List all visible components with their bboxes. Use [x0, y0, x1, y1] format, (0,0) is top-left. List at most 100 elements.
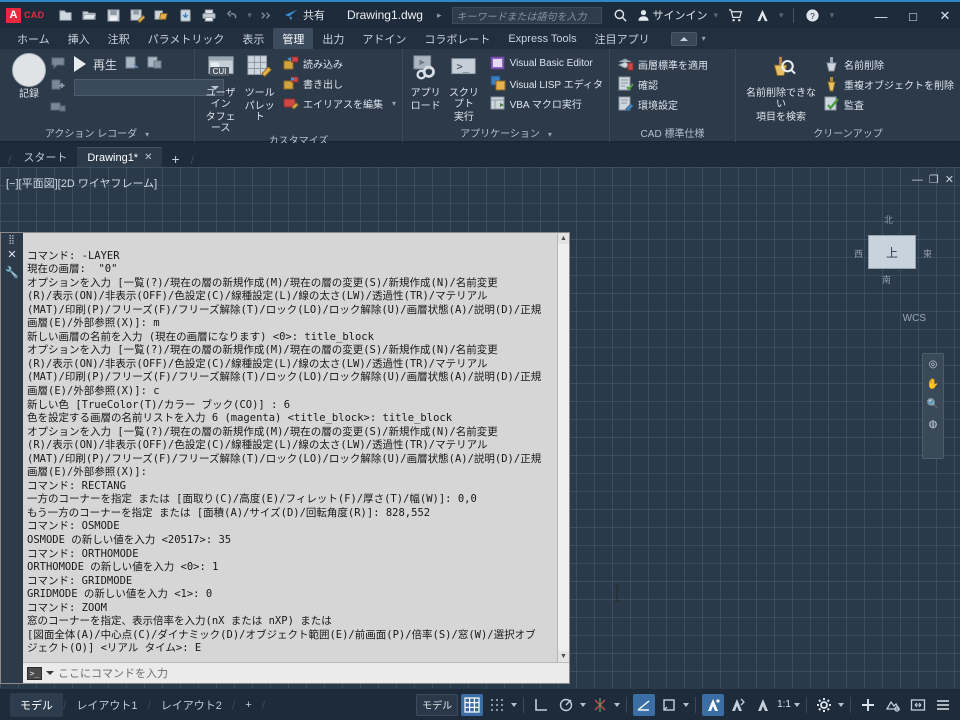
find-nonpurgeable-button[interactable]: 名前削除できない 項目を検索	[746, 53, 816, 123]
viewcube-left-label[interactable]: 西	[854, 247, 863, 260]
drag-handle-icon[interactable]: ⣿	[8, 236, 16, 243]
orbit-icon[interactable]: ◍	[929, 419, 938, 430]
tab-parametric[interactable]: パラメトリック	[139, 28, 234, 50]
navigation-bar[interactable]: ◎ ✋ 🔍 ◍	[922, 353, 944, 459]
minimize-button[interactable]: —	[870, 5, 892, 27]
snap-dots-icon[interactable]	[486, 694, 508, 716]
autoscale-icon[interactable]	[727, 694, 749, 716]
tab-output[interactable]: 出力	[313, 28, 353, 50]
pan-hand-icon[interactable]: ✋	[927, 379, 939, 390]
play-triangle-icon[interactable]	[74, 56, 86, 72]
tab-annotate[interactable]: 注釈	[99, 28, 139, 50]
viewport-minimize-button[interactable]: —	[912, 174, 923, 186]
save-web-icon[interactable]	[174, 4, 196, 26]
app-load-button[interactable]: アプリ ロード	[409, 53, 442, 112]
viewport-close-button[interactable]: ✕	[945, 173, 954, 186]
save-as-icon[interactable]	[126, 4, 148, 26]
gear-icon[interactable]	[813, 694, 835, 716]
viewcube-top-label[interactable]: 北	[884, 213, 893, 226]
open-folder-icon[interactable]	[78, 4, 100, 26]
zoom-magnifier-icon[interactable]: 🔍	[927, 399, 939, 410]
viewport-restore-button[interactable]: ❐	[929, 173, 939, 186]
panel-title-applications[interactable]: アプリケーション ▾	[403, 127, 609, 142]
layer-translate-button[interactable]: 画層標準を適用	[618, 55, 708, 73]
undo-arrow-icon[interactable]	[222, 4, 244, 26]
user-interface-button[interactable]: CUI ユーザ イン タフェース	[201, 53, 240, 134]
ribbon-options-dropdown-icon[interactable]: ▾	[702, 34, 706, 43]
command-scrollbar[interactable]: ▲ ▼	[557, 233, 569, 662]
panel-title-cleanup[interactable]: クリーンアップ	[736, 127, 960, 142]
visual-lisp-editor-button[interactable]: Visual LISP エディタ	[490, 74, 603, 92]
scroll-up-icon[interactable]: ▲	[558, 233, 569, 244]
sign-in-button[interactable]: サインイン	[637, 7, 708, 23]
tab-view[interactable]: 表示	[233, 28, 273, 50]
graphics-icon[interactable]	[882, 694, 904, 716]
command-input[interactable]: >_ ここにコマンドを入力	[23, 662, 569, 683]
cart-icon[interactable]	[724, 4, 746, 26]
tab-express-tools[interactable]: Express Tools	[499, 30, 585, 48]
insert-base-point-icon[interactable]	[50, 77, 66, 96]
app-dropdown-icon[interactable]: ▾	[778, 10, 785, 21]
view-cube[interactable]: 北 西 東 南 上	[854, 211, 932, 289]
purge-button[interactable]: 名前削除	[824, 55, 954, 73]
osnap-track-icon[interactable]	[633, 694, 655, 716]
autodesk-app-icon[interactable]	[751, 4, 773, 26]
insert-user-input-icon[interactable]	[50, 99, 66, 118]
tab-addins[interactable]: アドイン	[353, 28, 415, 50]
search-icon[interactable]	[610, 4, 632, 26]
insert-message-icon[interactable]	[50, 55, 66, 74]
model-space-button[interactable]: モデル	[416, 694, 458, 716]
ucs-status-icon[interactable]	[658, 694, 680, 716]
tab-manage[interactable]: 管理	[273, 28, 313, 50]
configure-standards-button[interactable]: 環境設定	[618, 95, 708, 113]
viewcube-face[interactable]: 上	[868, 235, 916, 269]
redo-arrow-icon[interactable]	[255, 4, 277, 26]
ucs-dropdown-icon[interactable]	[683, 703, 689, 707]
layout-tab-model[interactable]: モデル	[10, 693, 63, 717]
panel-title-cad-standards[interactable]: CAD 標準仕様	[610, 127, 735, 142]
steering-wheel-icon[interactable]: ◎	[929, 359, 938, 370]
command-window-gutter[interactable]: ⣿ ✕ 🔧	[1, 233, 23, 683]
osnap-dropdown-icon[interactable]	[614, 703, 620, 707]
new-layout-button[interactable]: +	[235, 695, 261, 715]
share-button[interactable]: 共有	[283, 7, 325, 23]
tab-collaborate[interactable]: コラボレート	[415, 28, 499, 50]
tool-palettes-button[interactable]: ツール パレット	[244, 53, 275, 123]
command-close-icon[interactable]: ✕	[7, 248, 16, 261]
signin-dropdown-icon[interactable]: ▾	[713, 10, 720, 21]
ribbon-minimize-button[interactable]	[671, 32, 697, 46]
edit-alias-dropdown-icon[interactable]: ▾	[392, 99, 396, 108]
check-standards-button[interactable]: 確認	[618, 75, 708, 93]
command-history-dropdown-icon[interactable]	[46, 671, 54, 675]
tab-start[interactable]: スタート	[13, 147, 77, 167]
action-macro-manager-icon[interactable]	[147, 55, 163, 74]
edit-aliases-button[interactable]: エイリアスを編集 ▾	[283, 94, 396, 112]
close-icon[interactable]: ✕	[144, 152, 152, 163]
panel-expand-icon[interactable]: ▾	[145, 127, 149, 142]
audit-button[interactable]: 監査	[824, 95, 954, 113]
drawing-area[interactable]: [−][平面図][2D ワイヤフレーム] — ❐ ✕ 北 西 東 南 上 WCS…	[0, 167, 960, 688]
overkill-button[interactable]: 重複オブジェクトを削除	[824, 75, 954, 93]
viewport-controls-label[interactable]: [−][平面図][2D ワイヤフレーム]	[6, 175, 157, 191]
hamburger-icon[interactable]	[932, 694, 954, 716]
polar-icon[interactable]	[555, 694, 577, 716]
viewcube-bottom-label[interactable]: 南	[882, 273, 891, 286]
vba-macro-button[interactable]: VBA マクロ実行	[490, 94, 603, 112]
tab-insert[interactable]: 挿入	[59, 28, 99, 50]
command-customize-icon[interactable]: 🔧	[5, 266, 19, 279]
wcs-indicator[interactable]: WCS	[903, 313, 926, 324]
save-disk-icon[interactable]	[102, 4, 124, 26]
scale-dropdown-icon[interactable]	[794, 703, 800, 707]
layout-tab-layout2[interactable]: レイアウト2	[151, 693, 232, 717]
osnap-icon[interactable]	[589, 694, 611, 716]
run-script-button[interactable]: >_ スクリプト 実行	[444, 53, 483, 123]
search-input[interactable]: キーワードまたは語句を入力	[452, 7, 602, 24]
polar-dropdown-icon[interactable]	[580, 703, 586, 707]
ortho-icon[interactable]	[530, 694, 552, 716]
printer-icon[interactable]	[198, 4, 220, 26]
panel-title-action-recorder[interactable]: アクション レコーダ ▾	[0, 127, 194, 142]
scroll-down-icon[interactable]: ▼	[558, 651, 569, 662]
open-web-icon[interactable]	[150, 4, 172, 26]
annotation-visibility-icon[interactable]	[702, 694, 724, 716]
new-file-icon[interactable]	[54, 4, 76, 26]
